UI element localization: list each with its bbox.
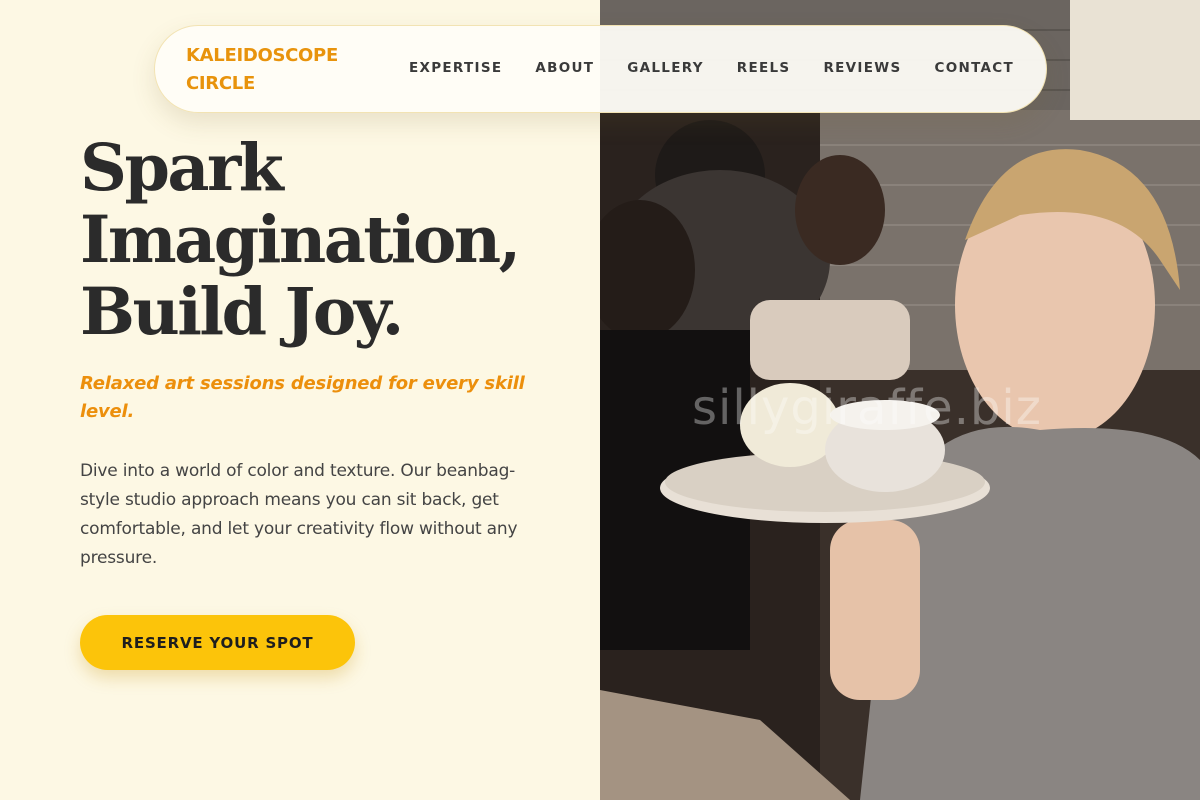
hero-description: Dive into a world of color and texture. …	[80, 461, 518, 568]
brand-name-line-1: KALEIDOSCOPE	[186, 45, 338, 66]
top-navigation-bar: KALEIDOSCOPE CIRCLE EXPERTISE ABOUT GALL…	[154, 25, 1047, 113]
photo-watermark: sillygiraffe.biz	[692, 380, 1042, 436]
brand-logo[interactable]: KALEIDOSCOPE CIRCLE	[186, 42, 376, 98]
hero-title-line-1: Spark	[80, 130, 284, 206]
nav-links: EXPERTISE ABOUT GALLERY REELS REVIEWS CO…	[409, 60, 1014, 76]
nav-link-contact[interactable]: CONTACT	[934, 60, 1014, 76]
brand-name-line-2: CIRCLE	[186, 73, 255, 94]
nav-link-about[interactable]: ABOUT	[535, 60, 594, 76]
nav-link-reels[interactable]: REELS	[737, 60, 791, 76]
reserve-spot-button[interactable]: RESERVE YOUR SPOT	[80, 615, 355, 670]
hero-title: Spark Imagination, Build Joy.	[80, 132, 580, 348]
hero-tagline: Relaxed art sessions designed for every …	[80, 373, 525, 422]
hero-title-line-3: Build Joy.	[80, 274, 404, 350]
nav-link-expertise[interactable]: EXPERTISE	[409, 60, 502, 76]
nav-link-gallery[interactable]: GALLERY	[627, 60, 704, 76]
nav-link-reviews[interactable]: REVIEWS	[823, 60, 901, 76]
hero-title-line-2: Imagination,	[80, 202, 521, 278]
